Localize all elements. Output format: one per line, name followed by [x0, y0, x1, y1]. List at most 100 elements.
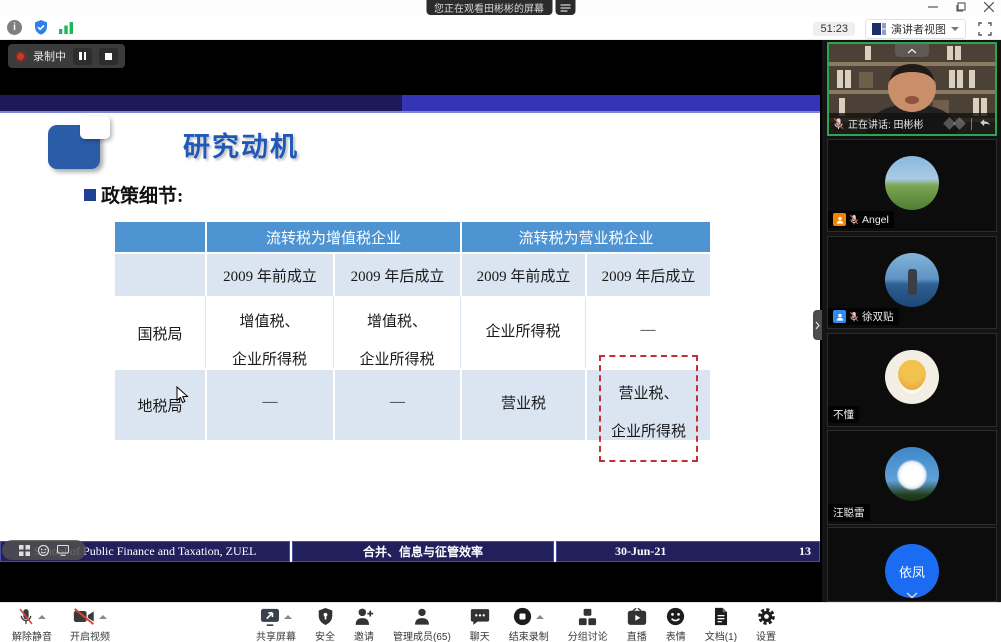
recording-label: 录制中 [33, 48, 66, 64]
titlebar: 您正在观看田彬彬的屏幕 [0, 0, 1001, 16]
emoji-button[interactable]: 表情 [666, 606, 686, 642]
layout-icon [872, 23, 886, 35]
collapse-video-button[interactable] [895, 44, 929, 57]
shared-screen-area: 录制中 研究动机 政策细节: 流转税为增值税企业 流转税为营业税企 [0, 40, 822, 602]
active-speaker-tile[interactable]: 正在讲话: 田彬彬 [827, 42, 997, 136]
security-shield-icon [317, 607, 334, 626]
banner-menu-button[interactable] [555, 0, 575, 15]
table-subheader-cell: 2009 年前成立 [205, 252, 333, 296]
meeting-logo-icon [945, 119, 964, 128]
share-screen-button[interactable]: 共享屏幕 [256, 606, 296, 642]
emoji-smiley-icon [666, 607, 685, 626]
sidebar-collapse-handle[interactable] [813, 310, 822, 340]
pause-recording-button[interactable] [73, 48, 92, 65]
chevron-down-icon [906, 592, 918, 599]
live-stream-button[interactable]: 直播 [627, 606, 647, 642]
stop-recording-button[interactable] [99, 48, 118, 65]
maximize-icon [956, 2, 966, 12]
chat-button[interactable]: 聊天 [470, 606, 490, 642]
participants-sidebar: 正在讲话: 田彬彬 [822, 40, 1001, 602]
bullet-square-icon [84, 189, 96, 201]
participant-name: Angel [862, 214, 889, 226]
close-button[interactable] [983, 1, 995, 13]
mouse-cursor [176, 386, 191, 404]
table-group-header: 流转税为增值税企业 [205, 222, 460, 252]
emoji-face-icon [38, 545, 49, 556]
annotation-toolbar[interactable] [2, 540, 86, 560]
breakout-blocks-icon [578, 608, 597, 626]
breakout-rooms-button[interactable]: 分组讨论 [568, 606, 608, 642]
menubar: i 51:23 演讲者视图 [0, 16, 1001, 40]
table-row-label: 地税局 [115, 368, 205, 440]
speaking-label: 正在讲话: 田彬彬 [848, 116, 924, 131]
docs-button[interactable]: 文档(1) [705, 606, 737, 642]
reply-arrow-icon[interactable] [979, 118, 991, 129]
maximize-button[interactable] [955, 1, 967, 13]
gear-icon [757, 607, 776, 626]
slide-title: 研究动机 [183, 125, 299, 164]
slide-bullet: 政策细节: [84, 181, 183, 208]
scroll-more-button[interactable] [906, 592, 918, 599]
footer-topic: 合并、信息与征管效率 [292, 541, 554, 562]
hamburger-icon [560, 4, 570, 12]
participant-name-tag: Angel [828, 211, 894, 228]
security-button[interactable]: 安全 [315, 606, 335, 642]
chevron-right-icon [815, 321, 820, 330]
meeting-info-button[interactable]: i [6, 19, 23, 36]
table-corner-cell [115, 222, 205, 252]
unmute-button[interactable]: 解除静音 [12, 606, 52, 642]
info-icon: i [7, 20, 22, 35]
meeting-window: 您正在观看田彬彬的屏幕 i [0, 0, 1001, 642]
settings-button[interactable]: 设置 [756, 606, 776, 642]
caret-up-icon[interactable] [284, 615, 292, 619]
table-subheader-cell: 2009 年后成立 [585, 252, 710, 296]
bullet-text: 政策细节: [101, 181, 183, 208]
avatar [885, 253, 939, 307]
mic-muted-icon [849, 311, 859, 322]
host-badge-icon [833, 213, 846, 226]
close-icon [984, 2, 994, 12]
participant-name: 徐双贴 [862, 309, 894, 324]
meeting-toolbar: 解除静音 开启视频 [0, 602, 1001, 642]
participant-tile[interactable]: Angel [827, 139, 997, 232]
mic-muted-icon [18, 607, 34, 626]
camera-off-icon [73, 608, 95, 625]
recording-indicator: 录制中 [8, 44, 125, 68]
monitor-icon [57, 545, 69, 556]
slide-top-bar-underline [0, 111, 820, 113]
avatar [885, 447, 939, 501]
pause-icon [79, 52, 82, 60]
slide-footer: School of Public Finance and Taxation, Z… [0, 541, 820, 562]
manage-members-button[interactable]: 管理成员(65) [393, 606, 451, 642]
avatar [885, 156, 939, 210]
fullscreen-button[interactable] [976, 21, 993, 38]
caret-up-icon[interactable] [38, 615, 46, 619]
minimize-button[interactable] [927, 1, 939, 13]
minimize-icon [928, 2, 938, 12]
mic-muted-icon [849, 214, 859, 225]
footer-right: 30-Jun-21 13 [556, 541, 820, 562]
slide-top-bar-navy [0, 95, 402, 111]
document-icon [713, 607, 729, 626]
caret-up-icon[interactable] [536, 615, 544, 619]
record-dot-icon [15, 51, 26, 62]
members-icon [413, 607, 431, 626]
participant-tile[interactable]: 不懂 [827, 333, 997, 427]
avatar [885, 350, 939, 404]
participant-tile[interactable]: 依凤 [827, 527, 997, 602]
meeting-security-button[interactable] [32, 19, 49, 36]
start-video-button[interactable]: 开启视频 [70, 606, 110, 642]
invite-button[interactable]: 邀请 [354, 606, 374, 642]
view-mode-selector[interactable]: 演讲者视图 [865, 19, 966, 39]
table-subheader-cell: 2009 年前成立 [460, 252, 585, 296]
participant-tile[interactable]: 徐双贴 [827, 236, 997, 329]
table-cell: 增值税、企业所得税 [205, 296, 333, 368]
participant-tile[interactable]: 汪聪雷 [827, 430, 997, 525]
network-quality-button[interactable] [58, 19, 75, 36]
shield-check-icon [33, 19, 49, 36]
mic-muted-icon [833, 117, 844, 130]
participant-name: 汪聪雷 [833, 505, 865, 520]
caret-up-icon[interactable] [99, 615, 107, 619]
stop-record-button[interactable]: 结束录制 [509, 606, 549, 642]
table-cell: — [333, 368, 460, 440]
